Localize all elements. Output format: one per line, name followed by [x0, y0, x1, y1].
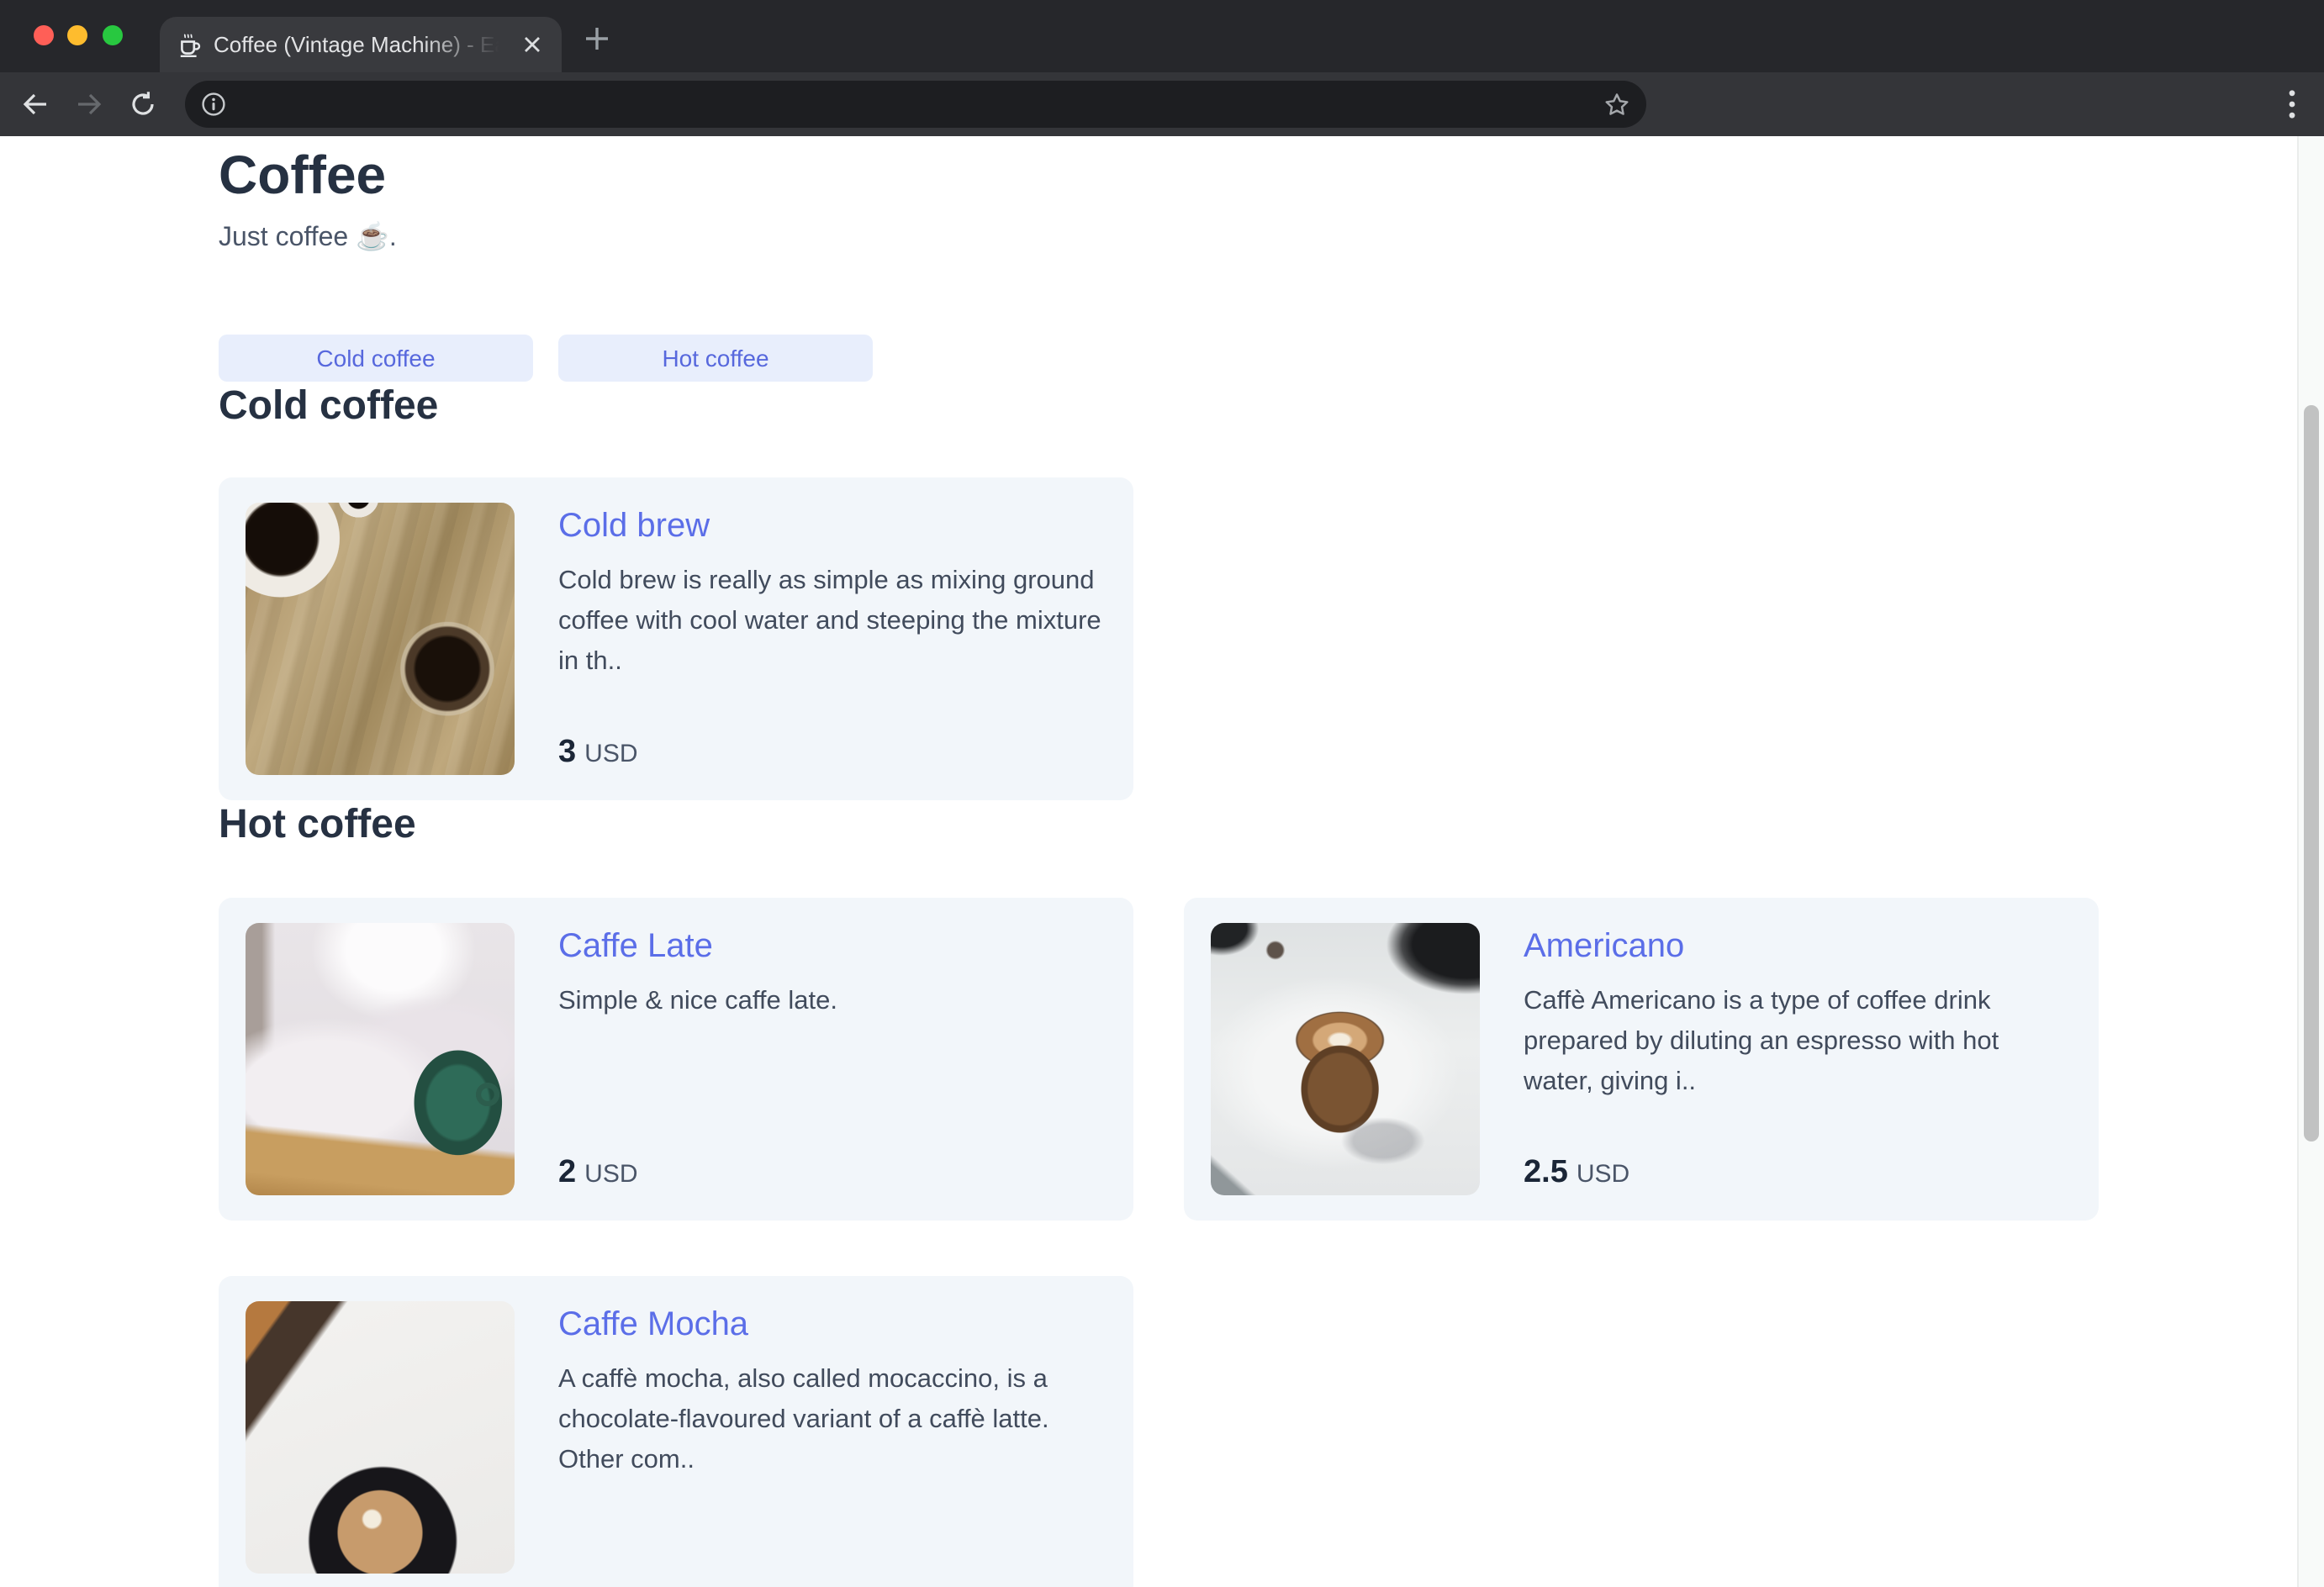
product-description: Caffè Americano is a type of coffee drin… [1524, 987, 1999, 1096]
page-scrollbar-track[interactable] [2297, 136, 2324, 1587]
reload-icon [132, 92, 154, 115]
arrow-right-icon [78, 93, 102, 115]
product-card-americano[interactable]: Americano Caffè Americano is a type of c… [1184, 898, 2099, 1221]
product-title-link[interactable]: Caffe Late [558, 926, 1107, 967]
new-tab-button[interactable] [577, 18, 617, 59]
section-heading-cold-coffee: Cold coffee [219, 383, 439, 429]
browser-window: Coffee (Vintage Machine) - Eas Coffee Ju… [0, 0, 2324, 1587]
browser-menu-button[interactable] [2270, 79, 2314, 129]
product-description: A caffè mocha, also called mocaccino, is… [558, 1365, 1049, 1474]
price-currency: USD [584, 1160, 638, 1189]
price-currency: USD [584, 740, 638, 768]
card-body: Americano Caffè Americano is a type of c… [1524, 923, 2072, 1195]
product-description: Cold brew is really as simple as mixing … [558, 567, 1101, 676]
product-price: 2.5 USD [1524, 1155, 2072, 1195]
section-heading-hot-coffee: Hot coffee [219, 802, 416, 847]
americano-photo [1211, 923, 1480, 1195]
product-price: 3 USD [558, 735, 1107, 775]
coffee-mug-icon [180, 33, 201, 56]
traffic-light-zoom[interactable] [103, 25, 123, 45]
page-content: Coffee Just coffee ☕. Cold coffee Hot co… [0, 136, 2102, 1587]
card-body: Cold brew Cold brew is really as simple … [558, 503, 1107, 775]
forward-button[interactable] [64, 79, 114, 129]
browser-tab[interactable]: Coffee (Vintage Machine) - Eas [160, 17, 562, 72]
address-bar[interactable] [185, 81, 1646, 128]
page-subtitle: Just coffee ☕. [219, 224, 397, 252]
traffic-light-close[interactable] [34, 25, 54, 45]
price-currency: USD [1576, 1160, 1630, 1189]
browser-toolbar [0, 72, 2324, 136]
card-body: Caffe Mocha A caffè mocha, also called m… [558, 1301, 1107, 1574]
page-title: Coffee [219, 145, 387, 205]
price-value: 2 [558, 1155, 577, 1190]
caffe-mocha-photo [246, 1301, 515, 1574]
reload-button[interactable] [118, 79, 168, 129]
page-scrollbar-thumb[interactable] [2304, 405, 2319, 1141]
browser-titlebar: Coffee (Vintage Machine) - Eas [0, 0, 2324, 72]
back-button[interactable] [10, 79, 61, 129]
product-title-link[interactable]: Cold brew [558, 506, 1107, 546]
product-title-link[interactable]: Americano [1524, 926, 2072, 967]
hot-coffee-cards-row: Caffe Late Simple & nice caffe late. 2 US… [219, 898, 2102, 1221]
tab-title: Coffee (Vintage Machine) - Eas [214, 32, 508, 57]
price-value: 2.5 [1524, 1155, 1568, 1190]
caffe-late-photo [246, 923, 515, 1195]
tab-close-icon[interactable] [518, 31, 545, 58]
product-description: Simple & nice caffe late. [558, 987, 837, 1015]
product-card-cold-brew[interactable]: Cold brew Cold brew is really as simple … [219, 477, 1133, 800]
cold-brew-photo [246, 503, 515, 775]
product-title-link[interactable]: Caffe Mocha [558, 1305, 1107, 1345]
hot-coffee-button[interactable]: Hot coffee [558, 335, 873, 382]
product-price: 2 USD [558, 1155, 1107, 1195]
cold-coffee-button[interactable]: Cold coffee [219, 335, 533, 382]
price-value: 3 [558, 735, 577, 770]
bookmark-star-icon[interactable] [1603, 90, 1631, 119]
category-filters: Cold coffee Hot coffee [219, 335, 2102, 382]
arrow-left-icon [23, 93, 46, 115]
product-card-caffe-late[interactable]: Caffe Late Simple & nice caffe late. 2 US… [219, 898, 1133, 1221]
card-body: Caffe Late Simple & nice caffe late. 2 US… [558, 923, 1107, 1195]
page-viewport: Coffee Just coffee ☕. Cold coffee Hot co… [0, 136, 2324, 1587]
traffic-light-minimize[interactable] [67, 25, 87, 45]
plus-icon [586, 28, 608, 50]
site-info-icon[interactable] [200, 91, 227, 118]
product-card-caffe-mocha[interactable]: Caffe Mocha A caffè mocha, also called m… [219, 1276, 1133, 1587]
three-dots-icon [2289, 90, 2295, 119]
